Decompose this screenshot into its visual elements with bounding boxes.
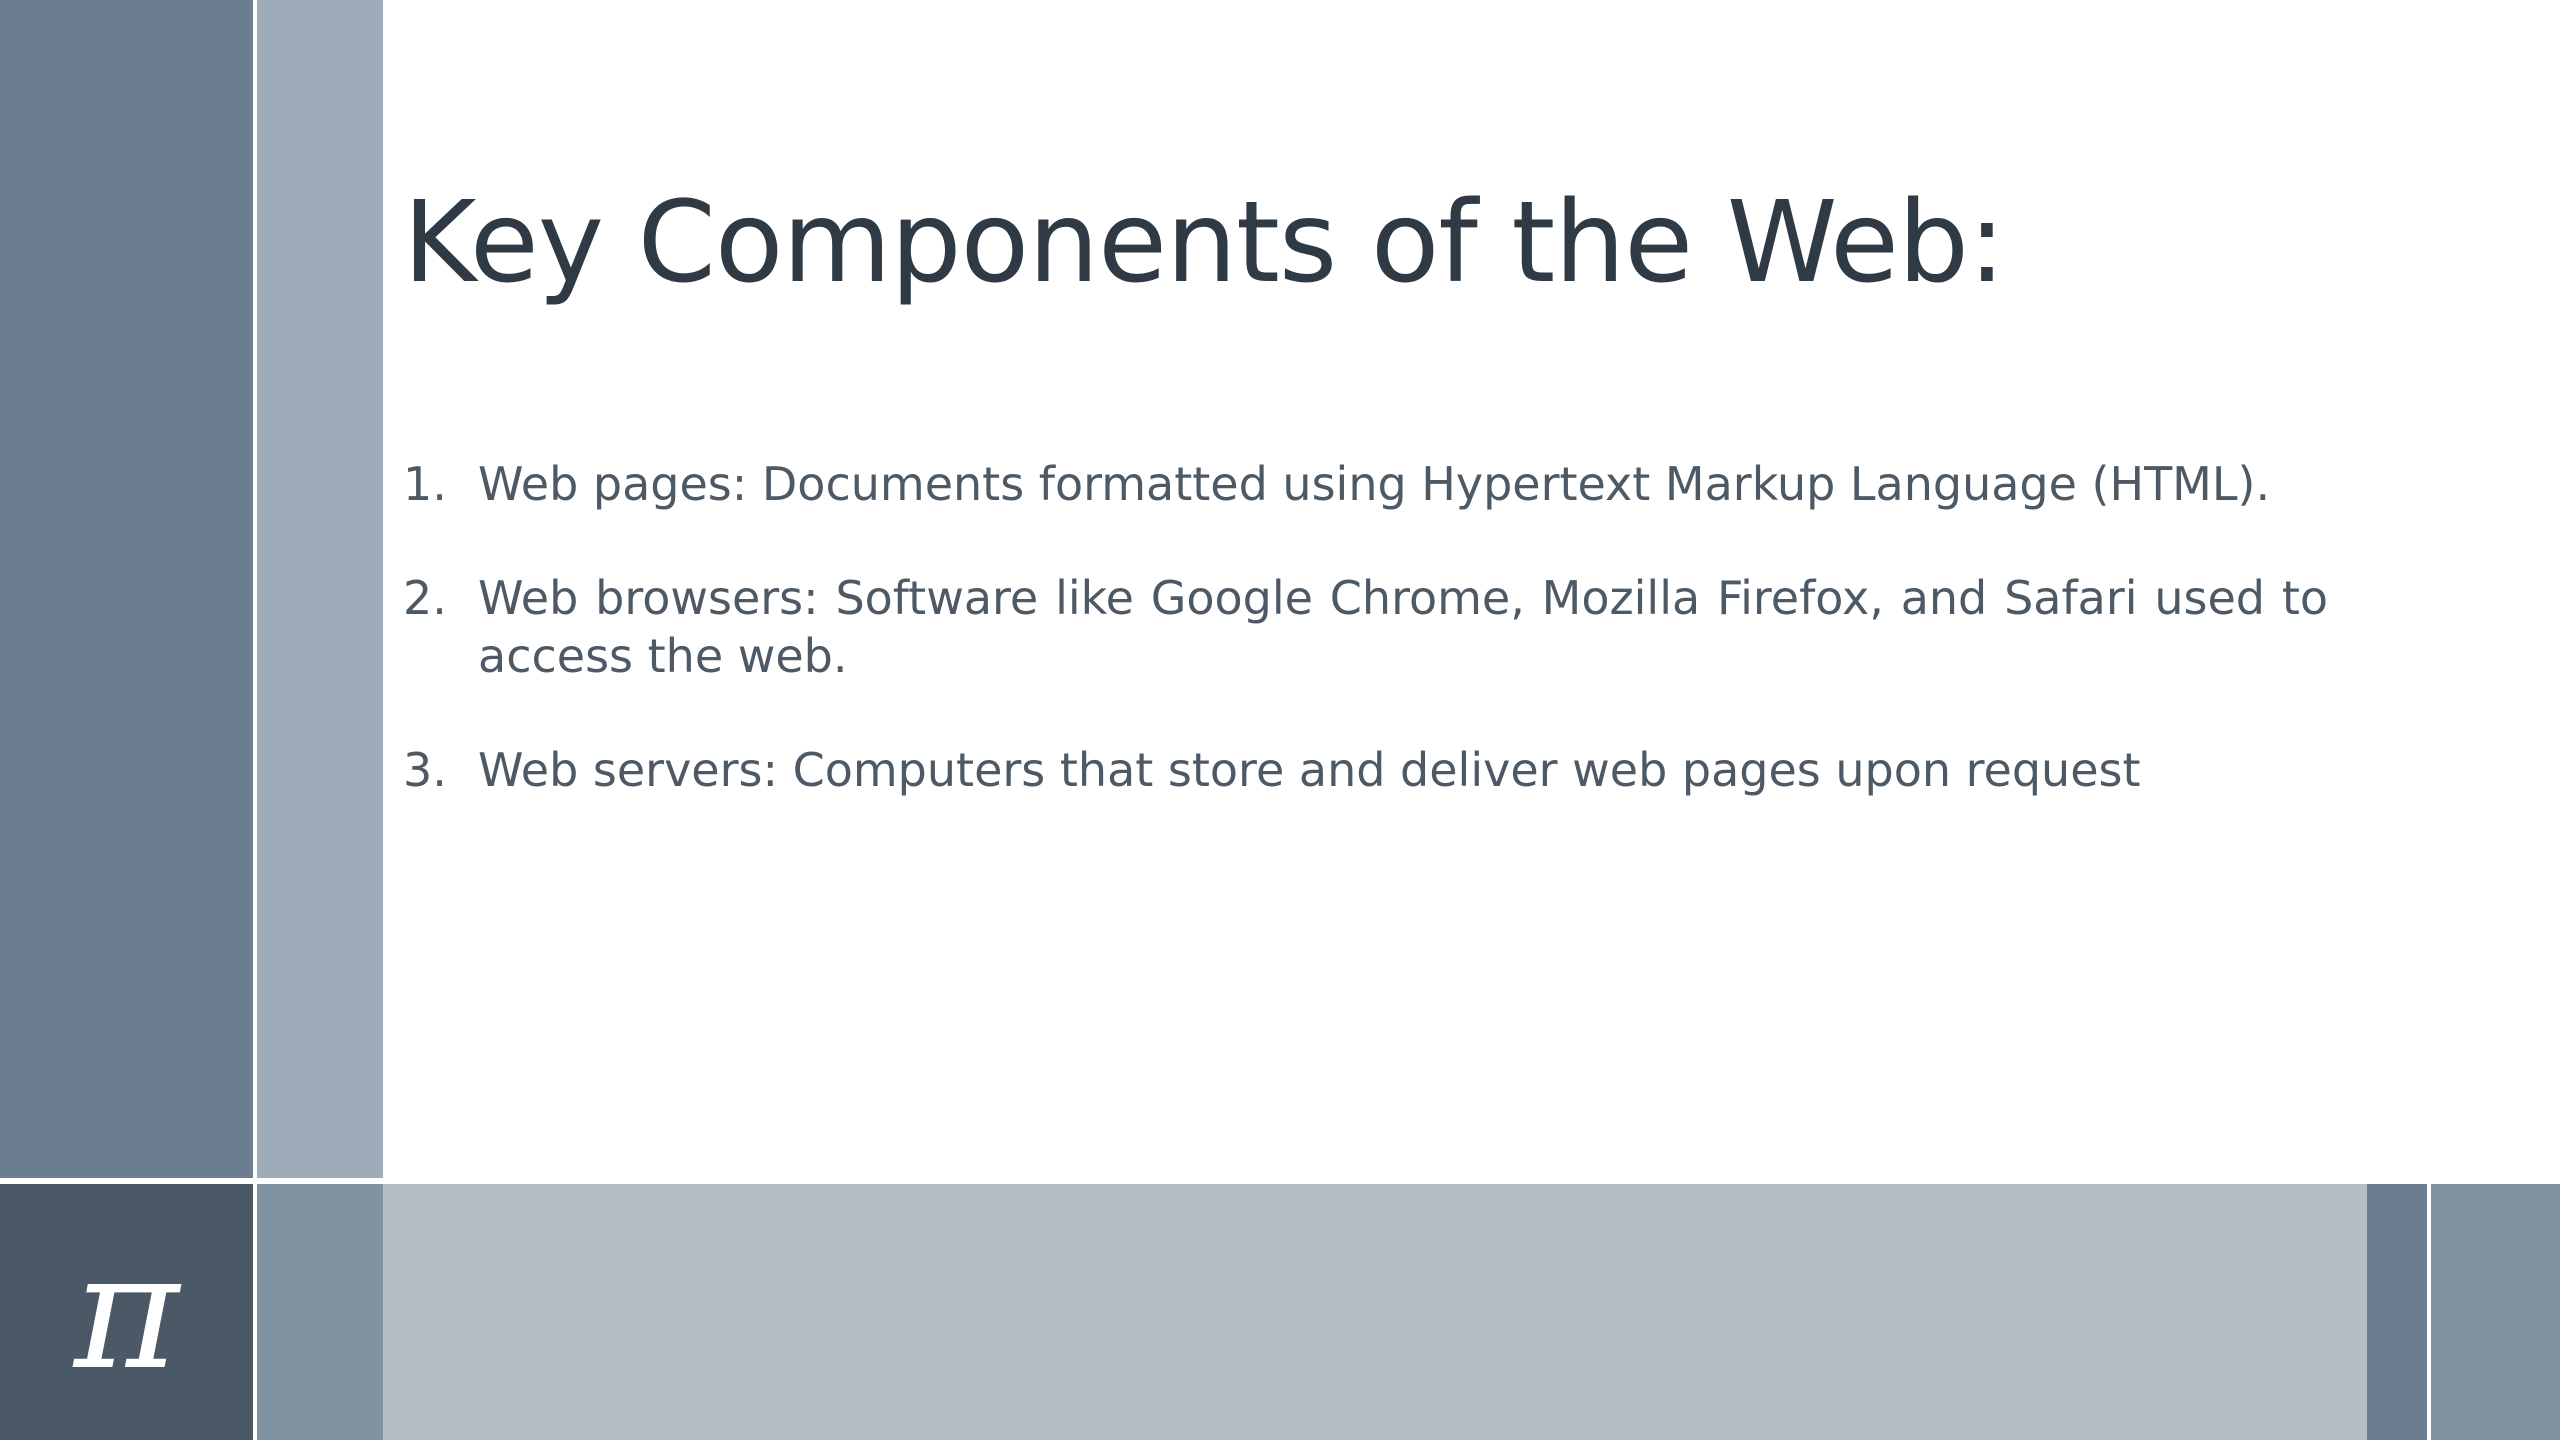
component-list: 1. Web pages: Documents formatted using … [403,455,2328,855]
slide-title: Key Components of the Web: [403,178,2006,308]
list-item-number: 2. [403,571,447,625]
list-item: 2. Web browsers: Software like Google Ch… [403,569,2328,685]
list-item-text: Web servers: Computers that store and de… [478,743,2141,797]
left-light-column [257,0,383,1178]
list-item: 3. Web servers: Computers that store and… [403,741,2328,799]
footer-bar [383,1184,2367,1440]
list-item-number: 1. [403,457,447,511]
list-item: 1. Web pages: Documents formatted using … [403,455,2328,513]
list-item-number: 3. [403,743,447,797]
list-item-text: Web browsers: Software like Google Chrom… [478,571,2328,683]
pi-symbol-icon: π [73,1218,180,1405]
list-item-text: Web pages: Documents formatted using Hyp… [478,457,2271,511]
footer-right-block-dark [2367,1184,2427,1440]
slide: π Key Components of the Web: 1. Web page… [0,0,2560,1440]
footer-right-block-light [2431,1184,2560,1440]
left-dark-column [0,0,253,1178]
footer-mid-block [257,1184,383,1440]
